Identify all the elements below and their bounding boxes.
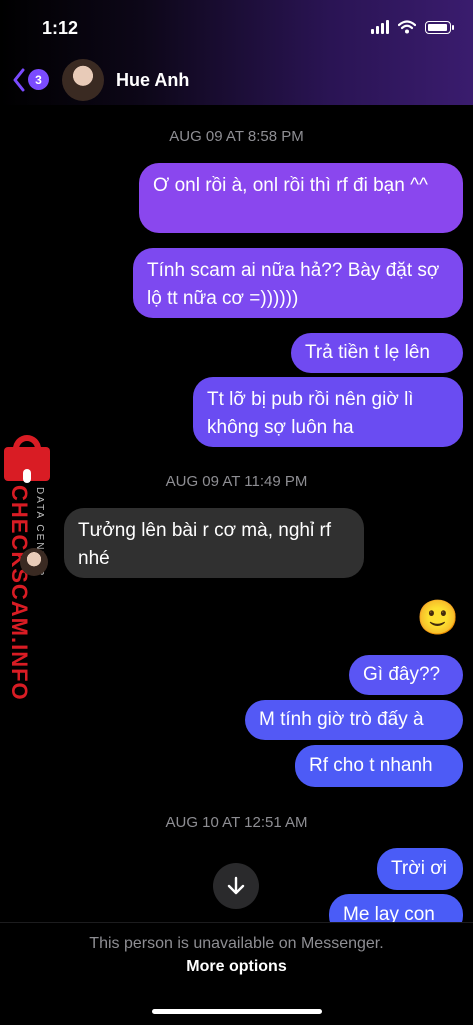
- contact-name[interactable]: Hue Anh: [116, 70, 189, 91]
- chevron-left-icon: [13, 68, 25, 92]
- status-bar: 1:12: [0, 0, 473, 54]
- outgoing-message[interactable]: Tt lỡ bị pub rồi nên giờ lì không sợ luô…: [193, 377, 463, 447]
- timestamp: AUG 09 AT 8:58 PM: [169, 128, 304, 145]
- incoming-message[interactable]: Tưởng lên bài r cơ mà, nghỉ rf nhé: [64, 508, 364, 578]
- outgoing-message[interactable]: Tính scam ai nữa hả?? Bày đặt sợ lộ tt n…: [133, 248, 463, 318]
- more-options-link[interactable]: More options: [0, 958, 473, 976]
- timestamp: AUG 10 AT 12:51 AM: [165, 814, 308, 831]
- outgoing-message[interactable]: Gì đây??: [349, 655, 463, 695]
- cellular-signal-icon: [371, 20, 389, 34]
- outgoing-message[interactable]: M tính giờ trò đấy à: [245, 700, 463, 740]
- status-icons: [371, 20, 454, 34]
- battery-icon: [425, 20, 454, 34]
- emoji-message[interactable]: 🙂: [417, 598, 459, 638]
- watermark-brand: CHECKSCAM.INFO: [7, 485, 32, 701]
- home-indicator[interactable]: [152, 1009, 322, 1014]
- scroll-to-bottom-button[interactable]: [213, 863, 259, 909]
- outgoing-message[interactable]: Rf cho t nhanh: [295, 745, 463, 787]
- back-button[interactable]: 3: [12, 65, 52, 95]
- arrow-down-icon: [227, 876, 245, 895]
- unread-count-badge: 3: [28, 69, 49, 90]
- unavailable-notice: This person is unavailable on Messenger.: [89, 935, 384, 952]
- composer-footer: This person is unavailable on Messenger.…: [0, 922, 473, 1025]
- timestamp: AUG 09 AT 11:49 PM: [165, 473, 308, 490]
- outgoing-message[interactable]: Trời ơi: [377, 848, 463, 890]
- status-time: 1:12: [42, 18, 79, 38]
- outgoing-message[interactable]: Ơ onl rồi à, onl rồi thì rf đi bạn ^^: [139, 163, 463, 233]
- contact-avatar[interactable]: [62, 59, 104, 101]
- outgoing-message[interactable]: Trả tiền t lẹ lên: [291, 333, 463, 373]
- contact-mini-avatar: [20, 548, 48, 576]
- wifi-icon: [398, 20, 416, 34]
